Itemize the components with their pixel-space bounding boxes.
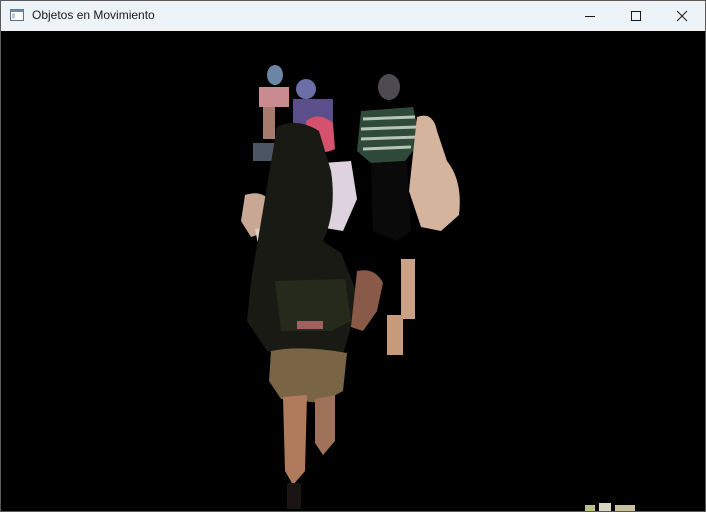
motion-mask-image xyxy=(241,65,635,511)
maximize-icon xyxy=(631,11,641,21)
app-window: Objetos en Movimiento xyxy=(0,0,706,512)
motion-noise-bottom-right xyxy=(585,503,635,511)
minimize-icon xyxy=(585,16,595,17)
close-button[interactable] xyxy=(659,1,705,31)
video-frame-canvas xyxy=(1,31,705,511)
moving-person-foreground xyxy=(247,122,383,509)
window-title: Objetos en Movimiento xyxy=(32,8,155,22)
minimize-button[interactable] xyxy=(567,1,613,31)
close-icon xyxy=(676,10,688,22)
maximize-button[interactable] xyxy=(613,1,659,31)
title-bar[interactable]: Objetos en Movimiento xyxy=(1,1,705,31)
app-window-icon xyxy=(10,9,24,21)
moving-person-pale-right xyxy=(409,115,460,231)
